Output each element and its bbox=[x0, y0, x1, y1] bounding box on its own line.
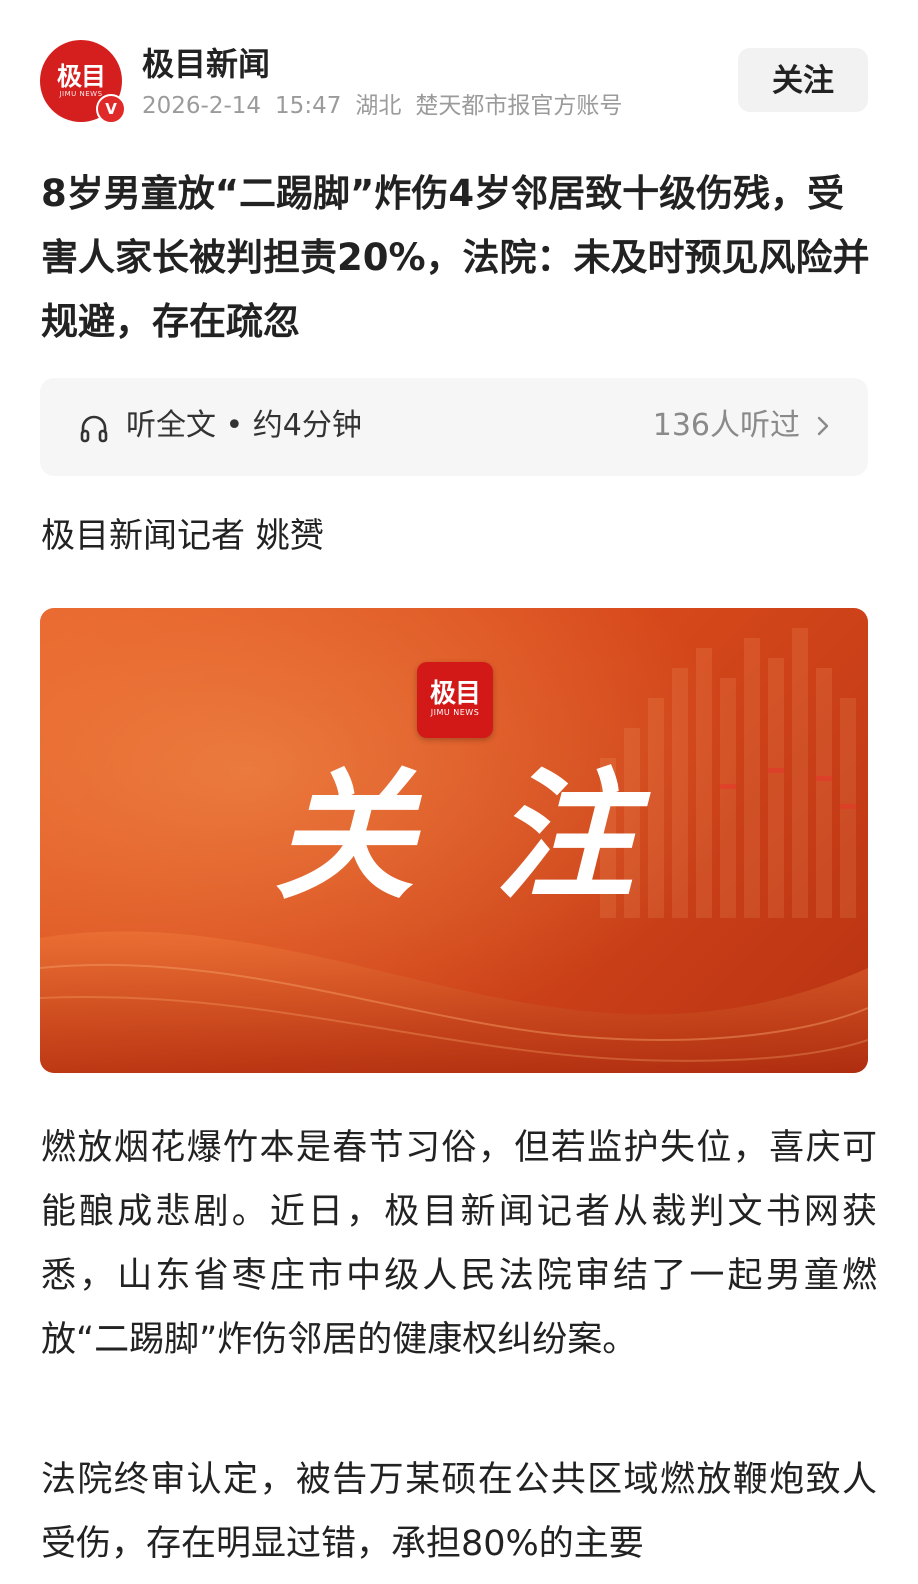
listen-label: 听全文 • 约4分钟 bbox=[126, 408, 362, 443]
article-title: 8岁男童放“二踢脚”炸伤4岁邻居致十级伤残，受害人家长被判担责20%，法院：未及… bbox=[41, 172, 870, 343]
article-paragraph: 法院终审认定，被告万某硕在公共区域燃放鞭炮致人受伤，存在明显过错，承担80%的主… bbox=[41, 1460, 877, 1564]
post-time: 15:47 bbox=[275, 93, 342, 119]
byline: 极目新闻记者 姚赟 bbox=[41, 516, 324, 556]
listen-full-text-bar[interactable]: 听全文 • 约4分钟 136人听过 bbox=[40, 378, 868, 476]
account-name[interactable]: 极目新闻 bbox=[142, 44, 270, 84]
article-paragraph: 燃放烟花爆竹本是春节习俗，但若监护失位，喜庆可能酿成悲剧。近日，极目新闻记者从裁… bbox=[41, 1128, 877, 1360]
jimu-logo-badge: 极目 JIMU NEWS bbox=[417, 662, 493, 738]
article-header: 极目 JIMU NEWS V 极目新闻 2026-2-14 15:47 湖北 楚天都市… bbox=[0, 0, 918, 150]
post-meta: 2026-2-14 15:47 湖北 楚天都市报官方账号 bbox=[142, 90, 636, 122]
badge-logo-sub: JIMU NEWS bbox=[430, 708, 480, 717]
chevron-right-icon bbox=[817, 416, 829, 436]
banner-headline: 关注 bbox=[273, 756, 714, 919]
verified-badge-icon: V bbox=[96, 94, 126, 124]
badge-logo-text: 极目 bbox=[429, 679, 481, 709]
headphone-icon bbox=[80, 415, 108, 443]
follow-button[interactable]: 关注 bbox=[738, 48, 868, 112]
avatar-logo-sub: JIMU NEWS bbox=[59, 89, 103, 98]
avatar-logo-text: 极目 bbox=[56, 61, 106, 91]
listen-count: 136人听过 bbox=[652, 408, 800, 443]
post-location: 湖北 bbox=[355, 93, 402, 119]
post-date: 2026-2-14 bbox=[142, 93, 262, 119]
post-source: 楚天都市报官方账号 bbox=[415, 93, 623, 119]
article-banner-image: 极目 JIMU NEWS 关注 bbox=[40, 608, 868, 1073]
